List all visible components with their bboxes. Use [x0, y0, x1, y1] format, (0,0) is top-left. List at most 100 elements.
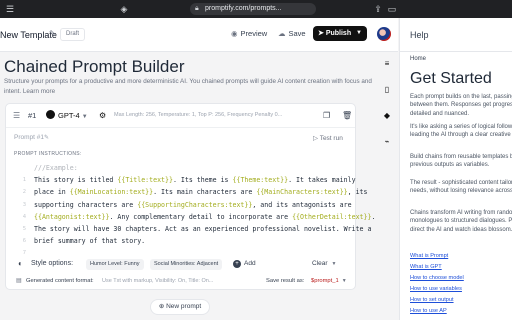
avatar[interactable] — [377, 27, 391, 41]
code-text: ///Example: — [34, 162, 78, 174]
save-result-select[interactable]: $prompt_1 ▼ — [311, 278, 347, 284]
clear-button[interactable]: Clear ▼ — [312, 260, 337, 267]
publish-button[interactable]: ➤ Publish ▼ — [313, 26, 367, 41]
help-links: What is Prompt What is GPT How to choose… — [410, 253, 464, 319]
help-paragraph: Chains transform AI writing from random … — [410, 210, 512, 233]
help-link[interactable]: What is Prompt — [410, 253, 464, 264]
code-line[interactable]: ///Example: — [14, 162, 351, 174]
line-number: 2 — [22, 189, 26, 196]
plus-icon: + — [233, 260, 241, 268]
template-variable: {{Theme:text}} — [232, 176, 289, 185]
code-segment: . Any complementary detail to incorporat… — [109, 212, 293, 221]
chevron-down-icon: ▼ — [341, 278, 347, 284]
code-line[interactable]: 1 This story is titled {{Title:text}}. It… — [14, 174, 356, 186]
code-line[interactable]: 5 The story will have 30 chapters. Act as… — [14, 223, 372, 235]
code-segment: brief summary of that story. — [34, 237, 146, 246]
breadcrumb[interactable]: Home — [410, 56, 426, 62]
chevron-down-icon: ▼ — [331, 261, 337, 267]
code-segment: place in — [34, 188, 70, 197]
app-header: New Template ✎ Draft ◉ Preview ☁ Save ➤ Pu… — [0, 18, 398, 52]
template-variable: {{SupportingCharacters:text}} — [137, 200, 253, 209]
play-icon: ▷ — [313, 135, 320, 142]
gear-icon[interactable]: ⚙ — [99, 111, 106, 120]
prompt-card: ☰ #1 GPT-4 ▼ ⚙ Max Length: 256, Temperatu… — [5, 103, 376, 290]
style-chip[interactable]: Humor Level: Funny — [86, 259, 144, 270]
document-icon[interactable]: ▯ — [381, 84, 393, 96]
preview-button[interactable]: ◉ Preview — [231, 29, 267, 38]
prompt-editor[interactable]: ///Example: 1 This story is titled {{Title… — [14, 162, 376, 260]
test-run-button[interactable]: ▷ Test run — [313, 134, 343, 142]
save-button[interactable]: ☁ Save — [278, 29, 306, 38]
drag-handle-icon[interactable]: ☰ — [13, 111, 20, 120]
model-params[interactable]: Max Length: 256, Temperature: 1, Top P: … — [114, 112, 310, 118]
model-label: GPT-4 — [58, 111, 80, 120]
preview-label: Preview — [240, 29, 268, 38]
help-link[interactable]: How to use AP — [410, 308, 464, 319]
code-text: brief summary of that story. — [34, 235, 145, 247]
publish-label: Publish — [325, 30, 352, 37]
shield-icon[interactable]: ◈ — [118, 3, 130, 15]
code-line[interactable]: 6 brief summary of that story. — [14, 235, 351, 247]
generated-format-value[interactable]: Use Txt with markup, Visibility: On, Tit… — [102, 278, 257, 284]
model-select[interactable]: GPT-4 ▼ — [46, 109, 88, 123]
list-icon[interactable]: ≡ — [381, 58, 393, 70]
instructions-label: PROMPT INSTRUCTIONS: — [14, 151, 82, 157]
pencil-icon[interactable]: ✎ — [44, 134, 49, 141]
generated-format-label: Generated content format: — [26, 278, 94, 284]
chevron-down-icon: ▼ — [356, 30, 362, 36]
prompt-name[interactable]: Prompt #1 — [14, 134, 44, 141]
template-variable: {{MainCharacters:text}} — [256, 188, 348, 197]
save-result-value: $prompt_1 — [311, 278, 339, 284]
help-icon[interactable]: ◆ — [381, 110, 393, 122]
help-link[interactable]: How to set output — [410, 297, 464, 308]
save-label: Save — [288, 29, 306, 38]
cloud-icon: ☁ — [278, 29, 286, 38]
help-link[interactable]: How to choose model — [410, 275, 464, 286]
help-link[interactable]: What is GPT — [410, 264, 464, 275]
code-line[interactable]: 2 place in {{MainLocation:text}}. Its mai… — [14, 186, 368, 198]
openai-icon — [46, 110, 55, 119]
new-prompt-button[interactable]: ⊕ New prompt — [150, 299, 210, 315]
style-options-label: Style options: — [31, 260, 74, 267]
save-result-label: Save result as: — [266, 278, 305, 284]
line-number: 4 — [22, 213, 26, 220]
lock-icon: 🔒︎ — [195, 5, 199, 12]
help-link[interactable]: How to use variables — [410, 286, 464, 297]
copy-icon[interactable]: ❐ — [323, 111, 330, 120]
api-icon[interactable]: ⌁ — [381, 136, 393, 148]
add-style-button[interactable]: + Add — [233, 260, 256, 268]
extensions-icon[interactable]: ▭ — [386, 3, 398, 15]
page-title: Chained Prompt Builder — [4, 57, 185, 76]
generated-format-row: ▤ Generated content format: Use Txt with… — [14, 277, 351, 287]
code-segment: , and its antagonists are — [252, 200, 352, 209]
url-text: promptify.com/prompts... — [205, 5, 282, 12]
template-variable: {{Antagonist:text}} — [34, 212, 110, 221]
line-number: 3 — [22, 201, 26, 208]
url-bar[interactable]: 🔒︎ promptify.com/prompts... — [190, 3, 316, 15]
new-prompt-label: New prompt — [166, 303, 202, 310]
code-segment: . Its theme is — [172, 176, 233, 185]
prompt-number: #1 — [28, 111, 37, 120]
pencil-icon[interactable]: ✎ — [49, 29, 56, 38]
code-segment: . Its main characters are — [153, 188, 257, 197]
share-icon[interactable]: ⇪ — [372, 3, 384, 15]
code-line[interactable]: 3 supporting characters are {{SupportingC… — [14, 199, 352, 211]
page-description: Structure your prompts for a productive … — [4, 78, 372, 95]
help-paragraph: Each prompt builds on the last, passing … — [410, 94, 512, 117]
code-text: This story is titled {{Title:text}}. Its… — [34, 174, 356, 186]
eye-icon: ◉ — [231, 29, 238, 38]
code-line[interactable]: 4 {{Antagonist:text}}. Any complementary … — [14, 211, 376, 223]
style-chip[interactable]: Social Minorities: Adjacent — [150, 259, 223, 270]
palette-icon: ◐ — [18, 259, 23, 268]
line-number: 6 — [22, 238, 26, 245]
menu-icon[interactable]: ☰ — [4, 3, 16, 15]
add-label: Add — [244, 260, 256, 267]
code-text: supporting characters are {{SupportingCh… — [34, 199, 352, 211]
draft-badge: Draft — [60, 28, 86, 41]
format-icon: ▤ — [16, 278, 22, 284]
template-variable: {{OtherDetail:text}} — [292, 212, 372, 221]
side-rail: ≡ ▯ ◆ ⌁ — [375, 52, 399, 320]
code-text: place in {{MainLocation:text}}. Its main… — [34, 186, 368, 198]
trash-icon[interactable]: 🗑︎ — [342, 111, 352, 120]
code-text: {{Antagonist:text}}. Any complementary d… — [34, 211, 375, 223]
